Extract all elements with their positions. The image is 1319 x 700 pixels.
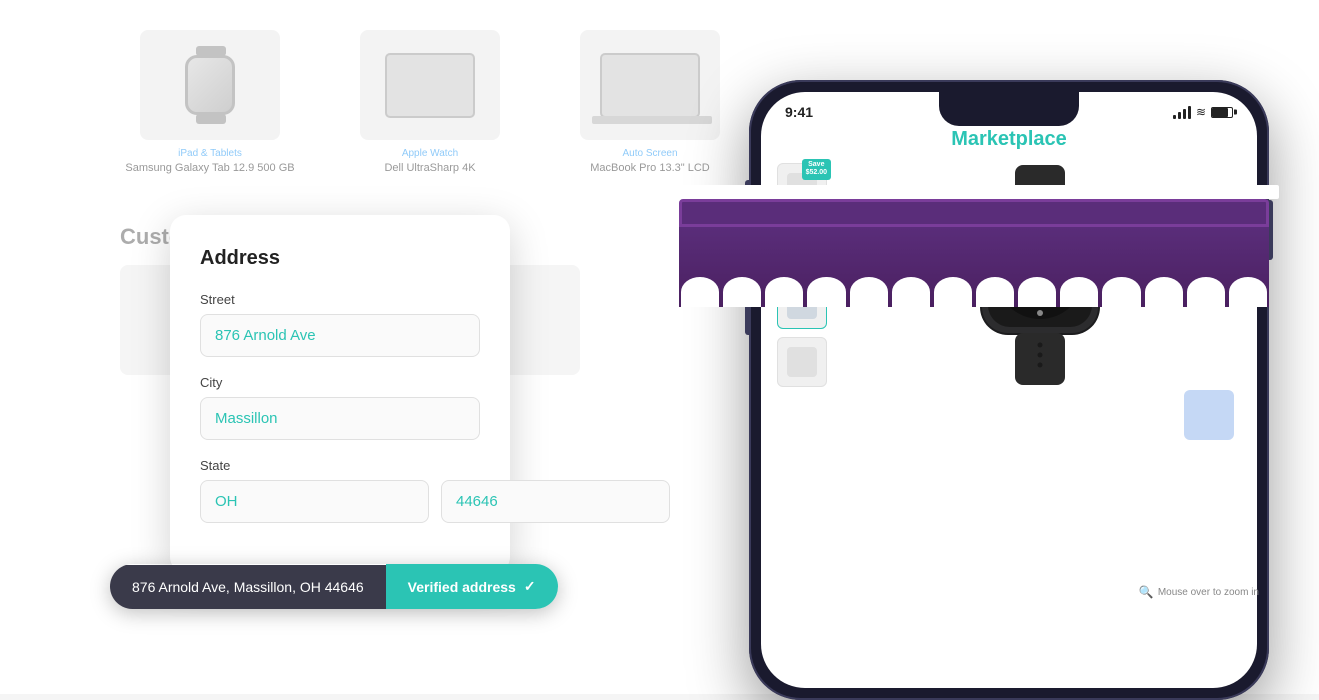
- signal-bar-3: [1183, 109, 1186, 119]
- bg-product-laptop: Auto Screen MacBook Pro 13.3" LCD: [560, 30, 740, 174]
- state-input[interactable]: [200, 480, 429, 523]
- city-label: City: [200, 375, 480, 390]
- bg-product-img-laptop: [580, 30, 720, 140]
- scallop-12: [1187, 277, 1225, 307]
- scallop-11: [1145, 277, 1183, 307]
- scallop-3: [807, 277, 845, 307]
- scallop-9: [1060, 277, 1098, 307]
- zoom-hint-text: Mouse over to zoom in: [1158, 587, 1259, 598]
- scallop-1: [723, 277, 761, 307]
- bg-category-tablets: iPad & Tablets: [178, 148, 242, 159]
- state-label: State: [200, 458, 480, 473]
- city-input[interactable]: [200, 397, 480, 440]
- tablet-shape-icon: [385, 53, 475, 118]
- bg-product-img-tablet: [360, 30, 500, 140]
- awning-top-bar: [679, 199, 1269, 227]
- bg-category-watch: Apple Watch: [402, 148, 458, 159]
- scallop-4: [850, 277, 888, 307]
- street-label: Street: [200, 292, 480, 307]
- street-input[interactable]: [200, 314, 480, 357]
- wifi-icon: ≋: [1196, 105, 1206, 119]
- scallop-0: [681, 277, 719, 307]
- verified-label: Verified address: [408, 579, 516, 595]
- address-card-title: Address: [200, 247, 480, 270]
- scallop-6: [934, 277, 972, 307]
- address-bar-text: 876 Arnold Ave, Massillon, OH 44646: [110, 565, 386, 609]
- state-zip-row: [200, 480, 480, 523]
- bg-product-name-1: Dell UltraSharp 4K: [384, 162, 475, 174]
- store-awning: [669, 185, 1279, 307]
- status-icons: ≋: [1173, 105, 1233, 119]
- address-verification-bar: 876 Arnold Ave, Massillon, OH 44646 Veri…: [110, 564, 558, 609]
- decorative-blue-square: [1184, 390, 1234, 440]
- signal-bar-1: [1173, 115, 1176, 119]
- phone-app-title: Marketplace: [761, 120, 1257, 163]
- zoom-glass-icon: 🔍: [1139, 585, 1154, 599]
- street-form-group: Street: [200, 292, 480, 357]
- thumb-img-3: [787, 347, 817, 377]
- bg-product-name-0: Samsung Galaxy Tab 12.9 500 GB: [125, 162, 294, 174]
- zoom-hint: 🔍 Mouse over to zoom in: [1139, 585, 1259, 599]
- battery-fill: [1212, 108, 1228, 117]
- zip-input[interactable]: [441, 480, 670, 523]
- bg-product-img-watch: [140, 30, 280, 140]
- bg-product-watch: iPad & Tablets Samsung Galaxy Tab 12.9 5…: [120, 30, 300, 174]
- address-card: Address Street City State: [170, 215, 510, 573]
- scallop-2: [765, 277, 803, 307]
- awning-scallop-row: [679, 277, 1269, 307]
- scallop-5: [892, 277, 930, 307]
- watch-shape-icon: [185, 55, 235, 115]
- scallop-13: [1229, 277, 1267, 307]
- bg-category-screen: Auto Screen: [622, 148, 677, 159]
- state-form-group: State: [200, 458, 480, 523]
- save-badge: Save $52.00: [802, 159, 831, 180]
- awning-border-top: [669, 185, 1279, 199]
- verified-badge: Verified address ✓: [386, 564, 558, 609]
- laptop-shape-icon: [600, 53, 700, 118]
- scallop-10: [1102, 277, 1140, 307]
- bg-product-name-2: MacBook Pro 13.3" LCD: [590, 162, 709, 174]
- phone-thumb-3[interactable]: [777, 337, 827, 387]
- awning-main-body: [679, 227, 1269, 307]
- city-form-group: City: [200, 375, 480, 440]
- verified-checkmark-icon: ✓: [524, 578, 536, 595]
- battery-icon: [1211, 107, 1233, 118]
- signal-bars-icon: [1173, 106, 1191, 119]
- phone-notch: [939, 92, 1079, 126]
- signal-bar-4: [1188, 106, 1191, 119]
- bg-product-tablet: Apple Watch Dell UltraSharp 4K: [340, 30, 520, 174]
- status-time: 9:41: [785, 104, 813, 120]
- scallop-7: [976, 277, 1014, 307]
- signal-bar-2: [1178, 112, 1181, 119]
- scallop-8: [1018, 277, 1056, 307]
